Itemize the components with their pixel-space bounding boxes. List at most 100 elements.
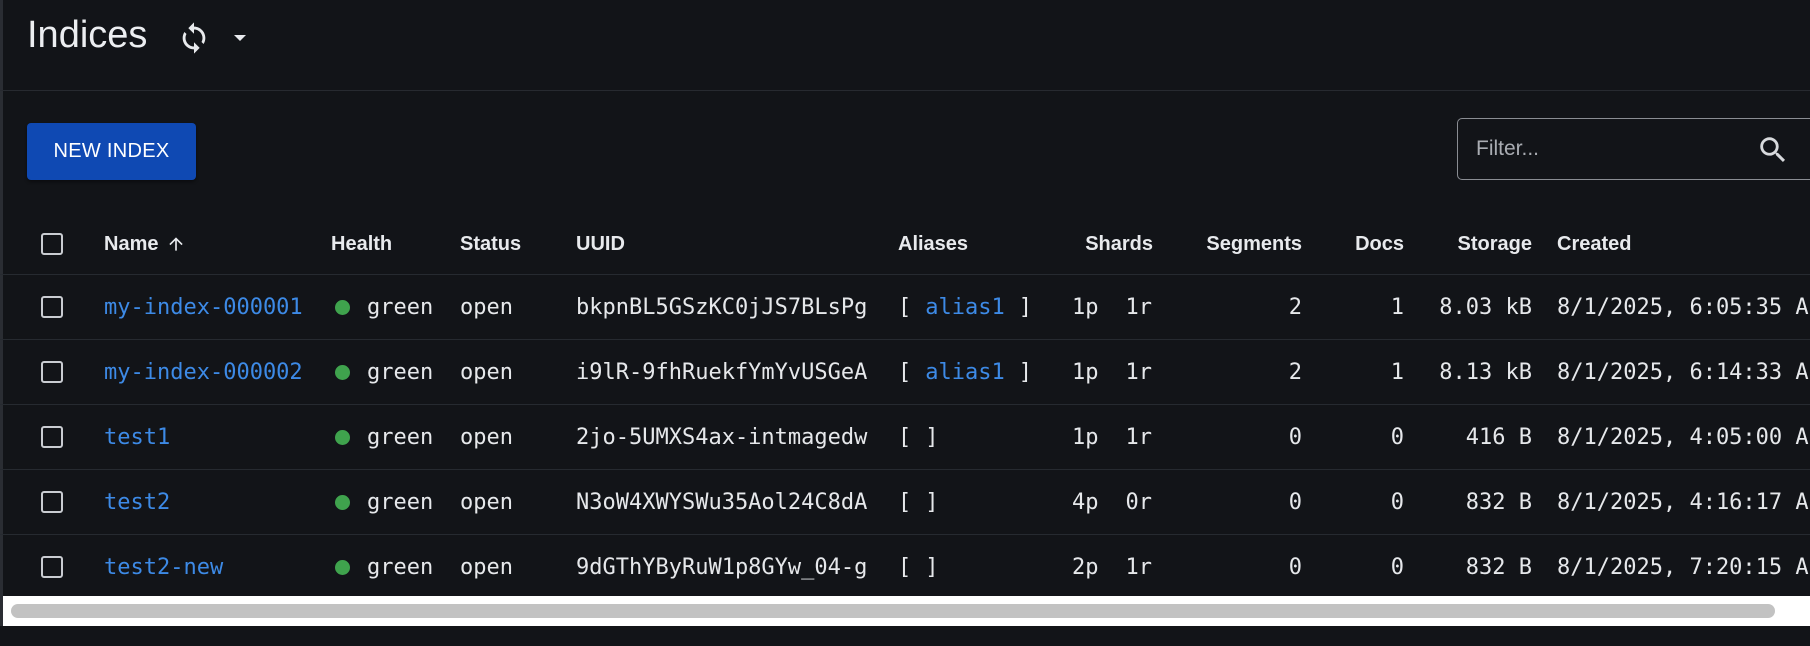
uuid-cell: 2jo-5UMXS4ax-intmagedw <box>576 424 868 450</box>
health-status-dot <box>335 364 350 380</box>
segments-cell: 2 <box>1288 359 1302 385</box>
aliases-close-bracket: ] <box>1018 359 1032 385</box>
horizontal-scrollbar[interactable] <box>3 596 1810 626</box>
storage-cell: 832 B <box>1465 489 1532 515</box>
filter-input[interactable] <box>1476 119 1726 179</box>
segments-cell: 2 <box>1288 294 1302 320</box>
row-checkbox[interactable] <box>41 296 63 318</box>
health-cell: green <box>335 275 433 339</box>
aliases-open-bracket: [ <box>898 489 912 515</box>
indices-table: Name Health Status UUID Aliases Shards S… <box>0 214 1810 599</box>
primary-shards: 4p <box>1072 489 1099 515</box>
column-header-uuid[interactable]: UUID <box>576 214 625 274</box>
health-label: green <box>367 489 434 515</box>
created-cell: 8/1/2025, 6:14:33 A <box>1557 359 1809 385</box>
index-name-link[interactable]: test2 <box>104 490 170 515</box>
replica-shards: 1r <box>1125 359 1153 385</box>
bottom-strip <box>0 626 1810 646</box>
index-name-link[interactable]: my-index-000001 <box>104 295 303 320</box>
index-name-link[interactable]: test2-new <box>104 555 223 580</box>
storage-cell: 8.03 kB <box>1439 294 1532 320</box>
segments-cell: 0 <box>1288 554 1302 580</box>
created-cell: 8/1/2025, 4:05:00 A <box>1557 424 1809 450</box>
docs-cell: 0 <box>1390 554 1404 580</box>
health-status-dot <box>335 494 350 510</box>
aliases-open-bracket: [ <box>898 554 912 580</box>
aliases-close-bracket: ] <box>1018 294 1032 320</box>
alias-link[interactable]: alias1 <box>925 360 1004 385</box>
health-status-dot <box>335 299 350 315</box>
primary-shards: 2p <box>1072 554 1099 580</box>
health-status-dot <box>335 559 350 575</box>
table-header-row: Name Health Status UUID Aliases Shards S… <box>0 214 1810 275</box>
table-body: my-index-000001 green open bkpnBL5GSzKC0… <box>0 275 1810 599</box>
index-name-link[interactable]: test1 <box>104 425 170 450</box>
column-header-aliases[interactable]: Aliases <box>898 214 968 274</box>
scrollbar-thumb[interactable] <box>11 604 1775 618</box>
table-row[interactable]: test2-new green open 9dGThYByRuW1p8GYw_0… <box>0 535 1810 599</box>
row-checkbox[interactable] <box>41 426 63 448</box>
column-header-name[interactable]: Name <box>104 214 186 274</box>
docs-cell: 0 <box>1390 424 1404 450</box>
search-icon <box>1760 137 1786 163</box>
search-button[interactable] <box>1756 133 1790 167</box>
status-cell: open <box>460 489 513 515</box>
shards-cell: 4p 0r <box>1072 470 1152 534</box>
column-header-docs[interactable]: Docs <box>1310 214 1404 274</box>
refresh-options-dropdown[interactable] <box>226 24 254 52</box>
aliases-cell: [ alias1 ] <box>898 275 1032 339</box>
status-cell: open <box>460 554 513 580</box>
row-checkbox[interactable] <box>41 361 63 383</box>
status-cell: open <box>460 424 513 450</box>
health-cell: green <box>335 340 433 404</box>
refresh-icon <box>182 22 206 54</box>
docs-cell: 1 <box>1390 359 1404 385</box>
replica-shards: 1r <box>1125 424 1153 450</box>
index-name-link[interactable]: my-index-000002 <box>104 360 303 385</box>
replica-shards: 0r <box>1125 489 1153 515</box>
health-cell: green <box>335 535 433 599</box>
column-header-created[interactable]: Created <box>1557 214 1631 274</box>
uuid-cell: 9dGThYByRuW1p8GYw_04-g <box>576 554 868 580</box>
column-header-storage[interactable]: Storage <box>1410 214 1532 274</box>
shards-cell: 2p 1r <box>1072 535 1152 599</box>
aliases-open-bracket: [ <box>898 359 912 385</box>
aliases-cell: [ ] <box>898 405 939 469</box>
row-checkbox[interactable] <box>41 491 63 513</box>
replica-shards: 1r <box>1125 294 1153 320</box>
column-header-shards[interactable]: Shards <box>1060 214 1153 274</box>
aliases-cell: [ ] <box>898 470 939 534</box>
select-all-checkbox[interactable] <box>41 233 63 255</box>
alias-link[interactable]: alias1 <box>925 295 1004 320</box>
column-header-segments[interactable]: Segments <box>1180 214 1302 274</box>
health-label: green <box>367 359 434 385</box>
column-header-health[interactable]: Health <box>331 214 392 274</box>
shards-cell: 1p 1r <box>1072 405 1152 469</box>
created-cell: 8/1/2025, 4:16:17 A <box>1557 489 1809 515</box>
health-label: green <box>367 424 434 450</box>
health-cell: green <box>335 405 433 469</box>
table-row[interactable]: test1 green open 2jo-5UMXS4ax-intmagedw … <box>0 405 1810 470</box>
table-row[interactable]: test2 green open N3oW4XWYSWu35Aol24C8dA … <box>0 470 1810 535</box>
docs-cell: 0 <box>1390 489 1404 515</box>
aliases-close-bracket: ] <box>925 424 939 450</box>
health-label: green <box>367 294 434 320</box>
segments-cell: 0 <box>1288 489 1302 515</box>
storage-cell: 8.13 kB <box>1439 359 1532 385</box>
sort-ascending-icon <box>166 234 186 254</box>
aliases-open-bracket: [ <box>898 424 912 450</box>
status-cell: open <box>460 359 513 385</box>
health-status-dot <box>335 429 350 445</box>
row-checkbox[interactable] <box>41 556 63 578</box>
storage-cell: 416 B <box>1465 424 1532 450</box>
column-header-status[interactable]: Status <box>460 214 521 274</box>
uuid-cell: bkpnBL5GSzKC0jJS7BLsPg <box>576 294 868 320</box>
status-cell: open <box>460 294 513 320</box>
table-row[interactable]: my-index-000002 green open i9lR-9fhRuekf… <box>0 340 1810 405</box>
filter-box[interactable] <box>1457 118 1810 180</box>
table-row[interactable]: my-index-000001 green open bkpnBL5GSzKC0… <box>0 275 1810 340</box>
primary-shards: 1p <box>1072 424 1099 450</box>
new-index-button[interactable]: NEW INDEX <box>27 123 196 180</box>
indices-page: Indices NEW INDEX Name <box>0 0 1810 646</box>
refresh-button[interactable] <box>174 18 214 58</box>
